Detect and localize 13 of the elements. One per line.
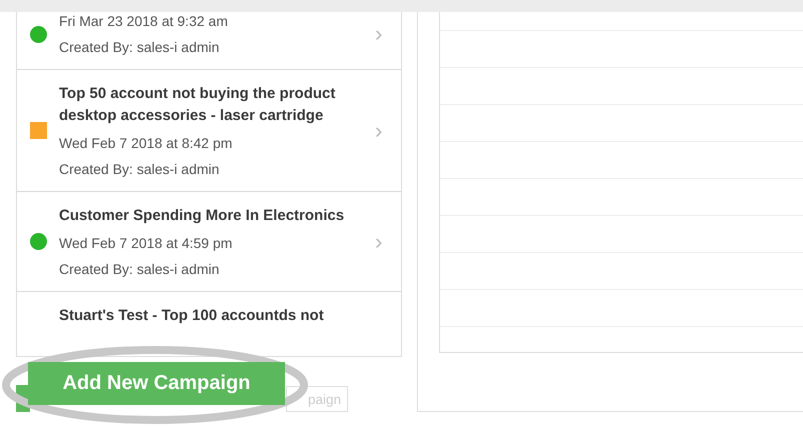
campaign-date: Fri Mar 23 2018 at 9:32 am	[59, 12, 229, 30]
campaign-creator: Created By: sales-i admin	[59, 38, 220, 56]
campaign-title[interactable]: Customer Spending More In Electronics	[59, 205, 375, 227]
add-campaign-button[interactable]: Add New Campaign	[28, 362, 285, 405]
chevron-icon[interactable]: ›	[375, 23, 382, 45]
campaign-date: Wed Feb 7 2018 at 8:42 pm	[59, 134, 234, 152]
campaign-creator: Created By: sales-i admin	[59, 160, 220, 178]
campaign-date: Wed Feb 7 2018 at 4:59 pm	[59, 234, 234, 252]
campaign-creator: Created By: sales-i admin	[59, 260, 220, 278]
campaign-title[interactable]: Stuart's Test - Top 100 accountds not	[59, 305, 375, 327]
chevron-icon[interactable]: ›	[375, 120, 382, 142]
chevron-icon[interactable]: ›	[375, 230, 382, 252]
campaign-title[interactable]: Top 50 account not buying the product desktop accessories - laser cartridge	[59, 83, 375, 127]
